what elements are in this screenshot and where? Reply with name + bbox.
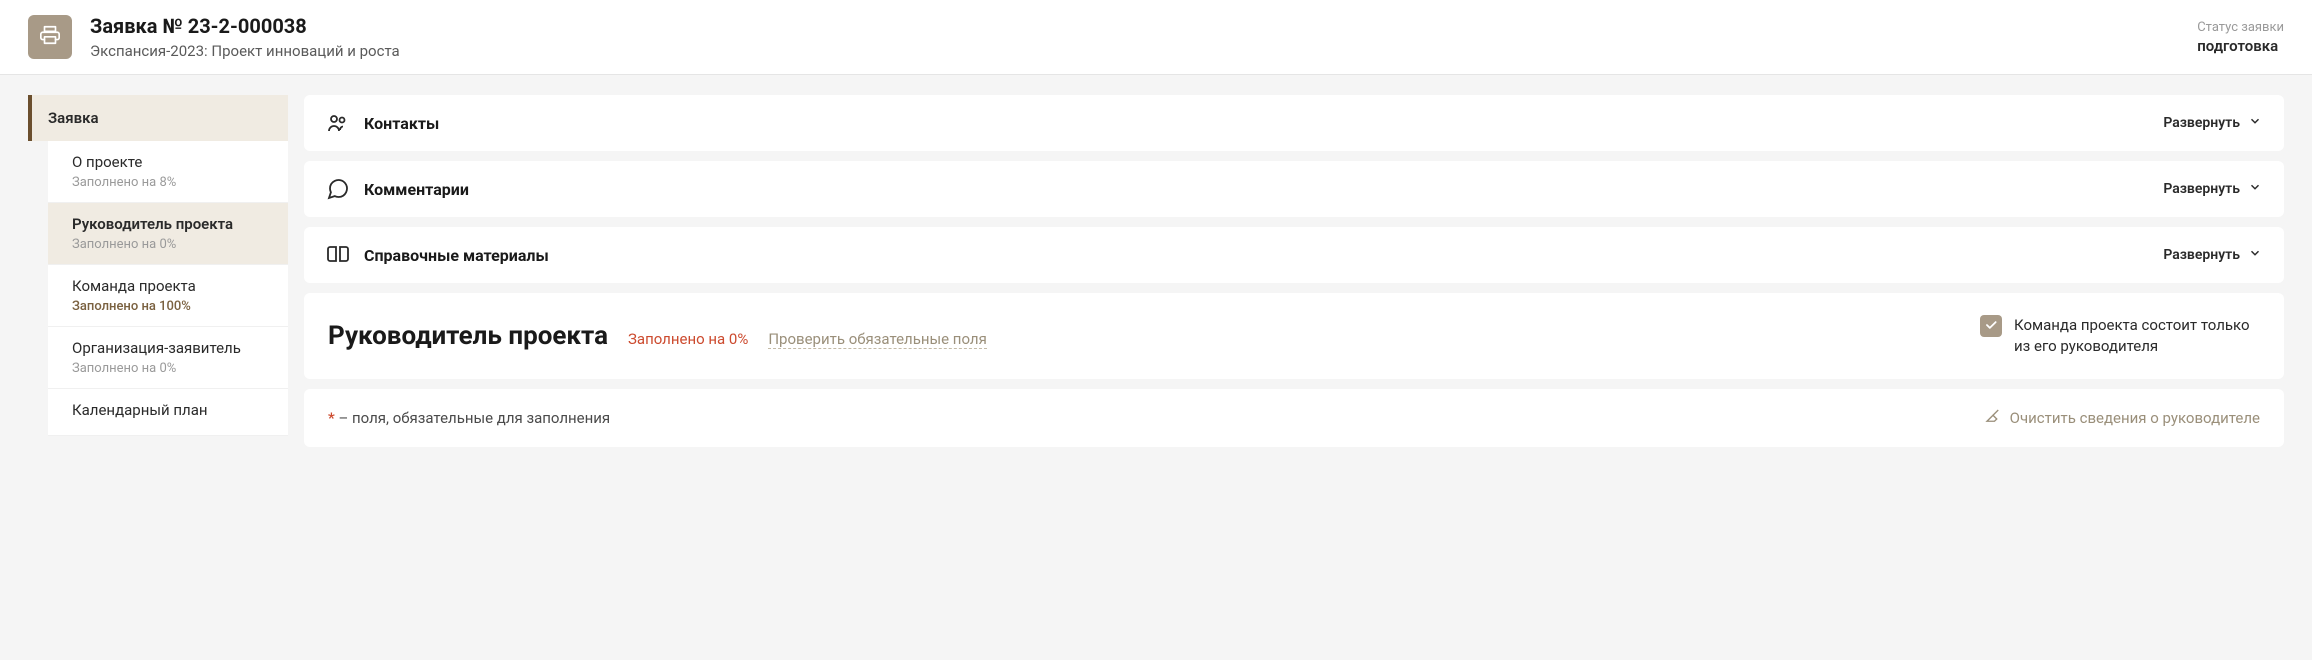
page-header: Заявка № 23-2-000038 Экспансия-2023: Про… — [0, 0, 2312, 75]
chevron-down-icon — [2248, 246, 2262, 264]
book-icon — [326, 243, 350, 267]
sidebar-item-progress: Заполнено на 0% — [72, 237, 272, 252]
panel-title: Справочные материалы — [364, 246, 549, 265]
sidebar-item-team[interactable]: Команда проекта Заполнено на 100% — [48, 265, 288, 327]
chevron-down-icon — [2248, 180, 2262, 198]
panel-references[interactable]: Справочные материалы Развернуть — [304, 227, 2284, 283]
footer-row: * – поля, обязательные для заполнения Оч… — [304, 389, 2284, 447]
sidebar-item-calendar[interactable]: Календарный план — [48, 389, 288, 436]
chevron-down-icon — [2248, 114, 2262, 132]
sidebar-item-progress: Заполнено на 8% — [72, 175, 272, 190]
asterisk: * — [328, 409, 335, 427]
team-only-leader-checkbox[interactable] — [1980, 315, 2002, 337]
application-subtitle: Экспансия-2023: Проект инноваций и роста — [90, 42, 400, 60]
status-value: подготовка — [2197, 37, 2284, 55]
header-titles: Заявка № 23-2-000038 Экспансия-2023: Про… — [90, 14, 400, 60]
sidebar-item-label: Команда проекта — [72, 277, 272, 295]
sidebar: Заявка О проекте Заполнено на 8% Руковод… — [28, 95, 288, 447]
sidebar-item-org[interactable]: Организация-заявитель Заполнено на 0% — [48, 327, 288, 389]
expand-label: Развернуть — [2163, 181, 2240, 197]
panel-title: Комментарии — [364, 180, 469, 199]
status-label: Статус заявки — [2197, 20, 2284, 35]
sidebar-header: Заявка — [28, 95, 288, 141]
panel-contacts[interactable]: Контакты Развернуть — [304, 95, 2284, 151]
sidebar-item-progress: Заполнено на 100% — [72, 299, 272, 314]
team-only-leader-block: Команда проекта состоит только из его ру… — [1980, 315, 2260, 357]
section-header: Руководитель проекта Заполнено на 0% Про… — [328, 315, 2260, 357]
clear-label: Очистить сведения о руководителе — [2010, 409, 2260, 427]
sidebar-item-leader[interactable]: Руководитель проекта Заполнено на 0% — [48, 203, 288, 265]
application-title: Заявка № 23-2-000038 — [90, 14, 400, 38]
panel-left: Комментарии — [326, 177, 469, 201]
broom-icon — [1984, 407, 2002, 429]
print-button[interactable] — [28, 15, 72, 59]
sidebar-item-about[interactable]: О проекте Заполнено на 8% — [48, 141, 288, 203]
section-leader: Руководитель проекта Заполнено на 0% Про… — [304, 293, 2284, 379]
expand-label: Развернуть — [2163, 247, 2240, 263]
expand-toggle[interactable]: Развернуть — [2163, 114, 2262, 132]
required-note: * – поля, обязательные для заполнения — [328, 409, 610, 427]
chat-icon — [326, 177, 350, 201]
panel-left: Контакты — [326, 111, 439, 135]
header-left: Заявка № 23-2-000038 Экспансия-2023: Про… — [28, 14, 400, 60]
required-text: – поля, обязательные для заполнения — [335, 409, 610, 427]
sidebar-item-label: Организация-заявитель — [72, 339, 272, 357]
sidebar-item-label: Календарный план — [72, 401, 272, 419]
expand-toggle[interactable]: Развернуть — [2163, 180, 2262, 198]
section-title: Руководитель проекта — [328, 321, 608, 351]
expand-label: Развернуть — [2163, 115, 2240, 131]
expand-toggle[interactable]: Развернуть — [2163, 246, 2262, 264]
content: Заявка О проекте Заполнено на 8% Руковод… — [0, 75, 2312, 467]
clear-leader-button[interactable]: Очистить сведения о руководителе — [1984, 407, 2260, 429]
check-icon — [1984, 317, 1998, 336]
main: Контакты Развернуть Комментарии Разверну… — [304, 95, 2284, 447]
section-fill-status: Заполнено на 0% — [628, 330, 748, 348]
panel-left: Справочные материалы — [326, 243, 549, 267]
section-header-left: Руководитель проекта Заполнено на 0% Про… — [328, 321, 987, 351]
printer-icon — [39, 24, 61, 50]
status-block: Статус заявки подготовка — [2197, 20, 2284, 55]
sidebar-item-label: Руководитель проекта — [72, 215, 272, 233]
panel-comments[interactable]: Комментарии Развернуть — [304, 161, 2284, 217]
sidebar-item-progress: Заполнено на 0% — [72, 361, 272, 376]
checkbox-label: Команда проекта состоит только из его ру… — [2014, 315, 2260, 357]
sidebar-item-label: О проекте — [72, 153, 272, 171]
check-required-link[interactable]: Проверить обязательные поля — [768, 330, 986, 349]
panel-title: Контакты — [364, 114, 439, 133]
people-icon — [326, 111, 350, 135]
